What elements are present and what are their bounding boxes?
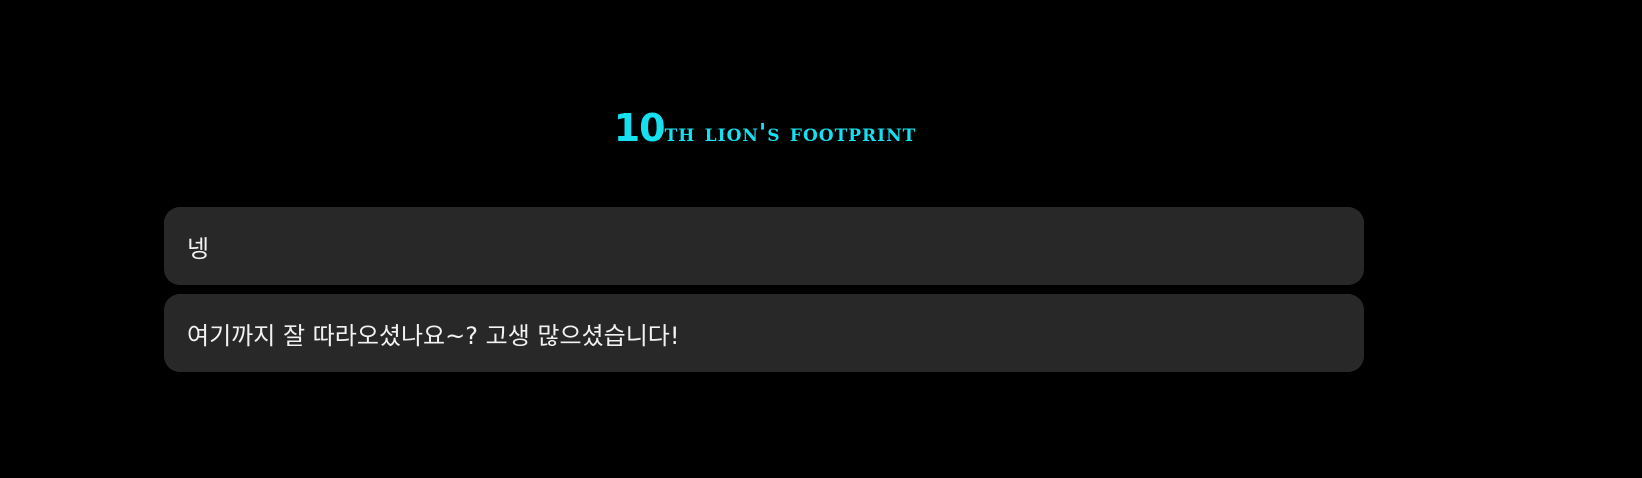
- message-card: 넹: [164, 207, 1364, 285]
- message-card: 여기까지 잘 따라오셨나요~? 고생 많으셨습니다!: [164, 294, 1364, 372]
- message-text: 넹: [187, 234, 210, 263]
- page-title-text: th lion's footprint: [664, 118, 917, 147]
- message-text: 여기까지 잘 따라오셨나요~? 고생 많으셨습니다!: [187, 321, 680, 350]
- message-list: 넹 여기까지 잘 따라오셨나요~? 고생 많으셨습니다!: [164, 207, 1364, 381]
- page-title: 10th lion's footprint: [0, 108, 1530, 153]
- page-title-number: 10: [613, 106, 666, 150]
